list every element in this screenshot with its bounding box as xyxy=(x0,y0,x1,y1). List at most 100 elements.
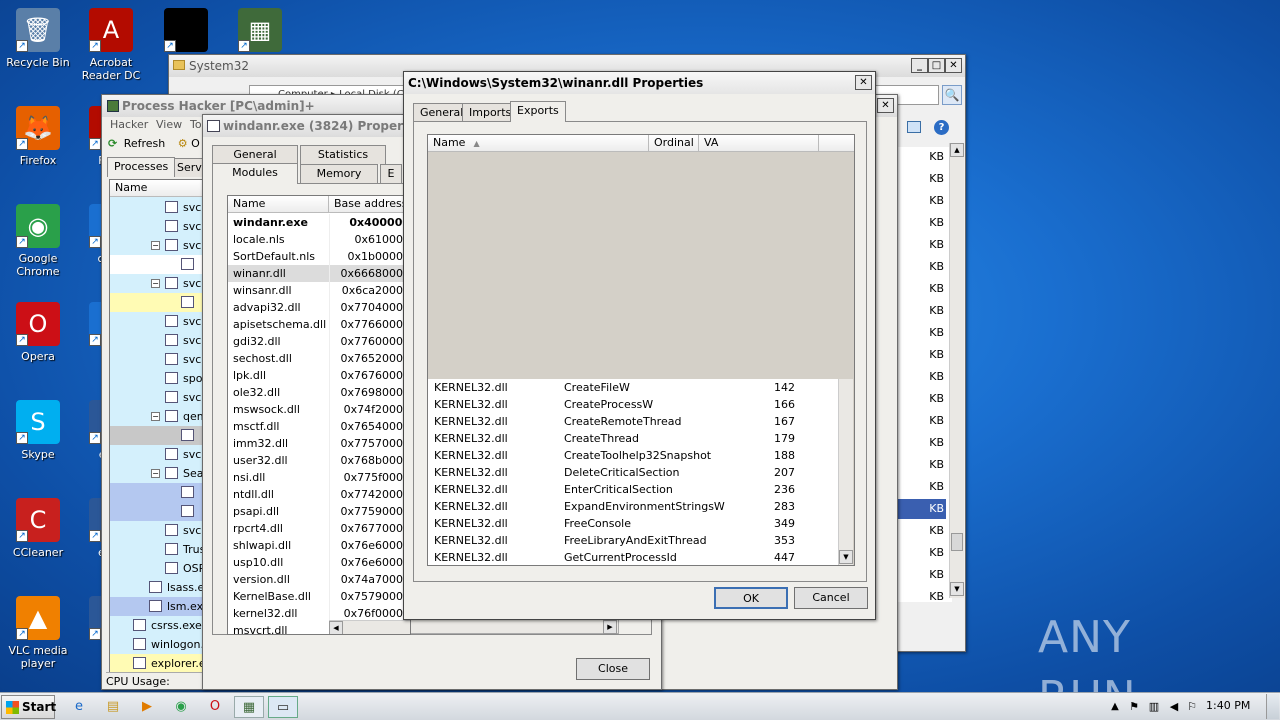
flag-alert-icon[interactable]: ⚐ xyxy=(1184,696,1200,718)
import-row[interactable]: KERNEL32.dll CreateProcessW 166 xyxy=(428,396,838,413)
scroll-up-arrow[interactable]: ▲ xyxy=(950,143,964,157)
process-row[interactable]: svcl xyxy=(110,331,204,350)
horizontal-scrollbar[interactable]: ◀ ▶ xyxy=(329,620,410,634)
column-header-name[interactable]: Name ▲ xyxy=(428,135,649,152)
import-row[interactable]: KERNEL32.dll CreateFileW 142 xyxy=(428,379,838,396)
desktop-icon[interactable]: 🗑 ↗ Recycle Bin xyxy=(0,8,76,69)
module-row[interactable]: user32.dll 0x768b0000 xyxy=(228,452,410,469)
module-row[interactable]: winsanr.dll 0x6ca20000 xyxy=(228,282,410,299)
menu-item[interactable]: View xyxy=(156,118,182,131)
close-button[interactable]: ✕ xyxy=(855,75,872,90)
collapse-toggle-icon[interactable]: − xyxy=(151,412,160,421)
module-row[interactable]: lpk.dll 0x76760000 xyxy=(228,367,410,384)
module-row[interactable]: ole32.dll 0x76980000 xyxy=(228,384,410,401)
clock[interactable]: 1:40 PM xyxy=(1206,699,1250,712)
options-icon[interactable]: ⚙ xyxy=(178,137,188,150)
module-row[interactable]: sechost.dll 0x76520000 xyxy=(228,350,410,367)
refresh-button[interactable]: Refresh xyxy=(124,137,166,150)
module-row[interactable]: advapi32.dll 0x77040000 xyxy=(228,299,410,316)
collapse-toggle-icon[interactable]: − xyxy=(151,469,160,478)
process-row[interactable]: winlogon.e xyxy=(110,635,204,654)
close-button[interactable]: ✕ xyxy=(945,58,962,73)
collapse-toggle-icon[interactable]: − xyxy=(151,279,160,288)
dll-properties-titlebar[interactable]: C:\Windows\System32\winanr.dll Propertie… xyxy=(404,72,875,94)
module-hscroll-ext[interactable]: ▶ xyxy=(411,619,619,634)
process-row[interactable]: svcl xyxy=(110,198,204,217)
desktop-icon[interactable]: C ↗ CCleaner xyxy=(0,498,76,559)
modules-list[interactable]: Name Base address windanr.exe 0x400000 loc… xyxy=(227,195,411,635)
module-row[interactable]: shlwapi.dll 0x76e60000 xyxy=(228,537,410,554)
close-button[interactable]: Close xyxy=(576,658,650,680)
desktop-icon[interactable]: O ↗ Opera xyxy=(0,302,76,363)
menu-item[interactable]: Hacker xyxy=(110,118,148,131)
module-row[interactable]: version.dll 0x74a70000 xyxy=(228,571,410,588)
module-row[interactable]: apisetschema.dll 0x77660000 xyxy=(228,316,410,333)
minimize-button[interactable]: _ xyxy=(911,58,928,73)
maximize-button[interactable]: □ xyxy=(928,58,945,73)
process-tree[interactable]: Name svcl svcl − svcl − svcl svcl svcl svcl spo sv… xyxy=(109,179,205,673)
process-row[interactable] xyxy=(110,293,204,312)
import-row[interactable]: KERNEL32.dll ExpandEnvironmentStringsW 283 xyxy=(428,498,838,515)
process-row[interactable]: svcl xyxy=(110,521,204,540)
module-row[interactable]: windanr.exe 0x400000 xyxy=(228,214,410,231)
module-row[interactable]: gdi32.dll 0x77600000 xyxy=(228,333,410,350)
import-row[interactable]: KERNEL32.dll FreeConsole 349 xyxy=(428,515,838,532)
tab-modules[interactable]: Modules xyxy=(212,163,298,184)
process-row[interactable]: lsm.exe xyxy=(110,597,204,616)
search-button[interactable]: 🔍 xyxy=(942,85,962,105)
scroll-right-arrow[interactable]: ▶ xyxy=(603,620,617,634)
process-row[interactable] xyxy=(110,483,204,502)
process-row[interactable]: − Sea xyxy=(110,464,204,483)
module-row[interactable]: msctf.dll 0x76540000 xyxy=(228,418,410,435)
tab-general[interactable]: General xyxy=(212,145,298,164)
opera-icon[interactable]: O xyxy=(202,696,228,718)
process-row[interactable]: spo xyxy=(110,369,204,388)
process-row[interactable]: −qem xyxy=(110,407,204,426)
import-row[interactable]: KERNEL32.dll CreateRemoteThread 167 xyxy=(428,413,838,430)
scroll-down-arrow[interactable]: ▼ xyxy=(839,550,853,564)
explorer-icon[interactable]: ▤ xyxy=(100,696,126,718)
tab-exports[interactable]: Exports xyxy=(510,101,566,122)
desktop-icon[interactable]: ▦ ↗ xyxy=(222,8,298,56)
cancel-button[interactable]: Cancel xyxy=(794,587,868,609)
close-button[interactable]: ✕ xyxy=(877,98,894,113)
process-row[interactable]: svcl xyxy=(110,350,204,369)
process-hacker-taskbar-icon[interactable]: ▦ xyxy=(234,696,264,718)
network-icon[interactable]: ▥ xyxy=(1146,696,1162,718)
process-row[interactable]: svcl xyxy=(110,388,204,407)
module-row[interactable]: SortDefault.nls 0x1b00000 xyxy=(228,248,410,265)
options-button[interactable]: O xyxy=(191,137,200,150)
dll-properties-window[interactable]: C:\Windows\System32\winanr.dll Propertie… xyxy=(403,71,876,620)
module-row[interactable]: mswsock.dll 0x74f20000 xyxy=(228,401,410,418)
tab-memory[interactable]: Memory xyxy=(300,164,378,183)
module-row[interactable]: imm32.dll 0x77570000 xyxy=(228,435,410,452)
properties-taskbar-icon[interactable]: ▭ xyxy=(268,696,298,718)
tab-environment[interactable]: E xyxy=(380,164,402,183)
column-header-name[interactable]: Name xyxy=(228,196,329,213)
collapse-toggle-icon[interactable]: − xyxy=(151,241,160,250)
import-row[interactable]: KERNEL32.dll EnterCriticalSection 236 xyxy=(428,481,838,498)
scroll-left-arrow[interactable]: ◀ xyxy=(329,621,343,634)
process-row[interactable]: OSP xyxy=(110,559,204,578)
desktop-icon[interactable]: A ↗ Acrobat Reader DC xyxy=(73,8,149,82)
module-row[interactable]: usp10.dll 0x76e60000 xyxy=(228,554,410,571)
menu-item[interactable]: To xyxy=(190,118,202,131)
desktop-icon[interactable]: S ↗ Skype xyxy=(0,400,76,461)
exports-scrollbar[interactable]: ▼ xyxy=(838,379,853,565)
start-button[interactable]: Start xyxy=(1,695,56,719)
media-player-icon[interactable]: ▶ xyxy=(134,696,160,718)
help-icon[interactable]: ? xyxy=(934,120,949,135)
import-row[interactable]: KERNEL32.dll FreeLibraryAndExitThread 353 xyxy=(428,532,838,549)
process-row[interactable]: − svcl xyxy=(110,236,204,255)
column-header-name[interactable]: Name xyxy=(110,180,204,197)
import-row[interactable]: KERNEL32.dll CreateToolhelp32Snapshot 188 xyxy=(428,447,838,464)
explorer-scrollbar[interactable]: ▲ ▼ xyxy=(949,143,964,598)
desktop-icon[interactable]: ▲ ↗ VLC media player xyxy=(0,596,76,670)
tab-statistics[interactable]: Statistics xyxy=(300,145,386,164)
scroll-thumb[interactable] xyxy=(951,533,963,551)
process-row[interactable]: svcl xyxy=(110,445,204,464)
process-row[interactable]: − svcl xyxy=(110,274,204,293)
show-hidden-icons[interactable]: ▲ xyxy=(1108,696,1122,718)
tab-processes[interactable]: Processes xyxy=(107,157,176,177)
module-row[interactable]: ntdll.dll 0x77420000 xyxy=(228,486,410,503)
